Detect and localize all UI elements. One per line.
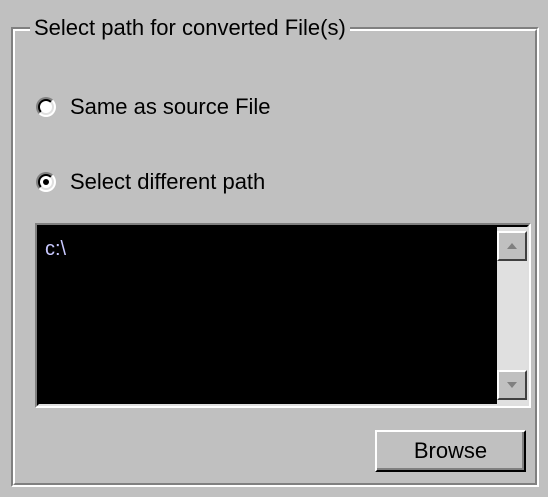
arrow-down-icon <box>507 382 517 388</box>
radio-select-different-path-control[interactable] <box>36 172 56 192</box>
browse-button[interactable]: Browse <box>375 430 526 472</box>
scroll-down-button[interactable] <box>497 370 527 400</box>
path-dialog-panel: Select path for converted File(s) Same a… <box>0 0 548 497</box>
vertical-scrollbar[interactable] <box>497 227 527 404</box>
radio-same-as-source[interactable]: Same as source File <box>36 93 271 121</box>
radio-selected-dot <box>43 179 49 185</box>
groupbox-title: Select path for converted File(s) <box>30 14 350 42</box>
radio-same-as-source-label[interactable]: Same as source File <box>70 93 271 121</box>
radio-same-as-source-control[interactable] <box>36 97 56 117</box>
radio-select-different-path-label[interactable]: Select different path <box>70 168 265 196</box>
path-value[interactable]: c:\ <box>45 237 66 261</box>
radio-select-different-path[interactable]: Select different path <box>36 168 265 196</box>
arrow-up-icon <box>507 243 517 249</box>
scroll-up-button[interactable] <box>497 231 527 261</box>
path-text-area[interactable]: c:\ <box>35 223 531 408</box>
